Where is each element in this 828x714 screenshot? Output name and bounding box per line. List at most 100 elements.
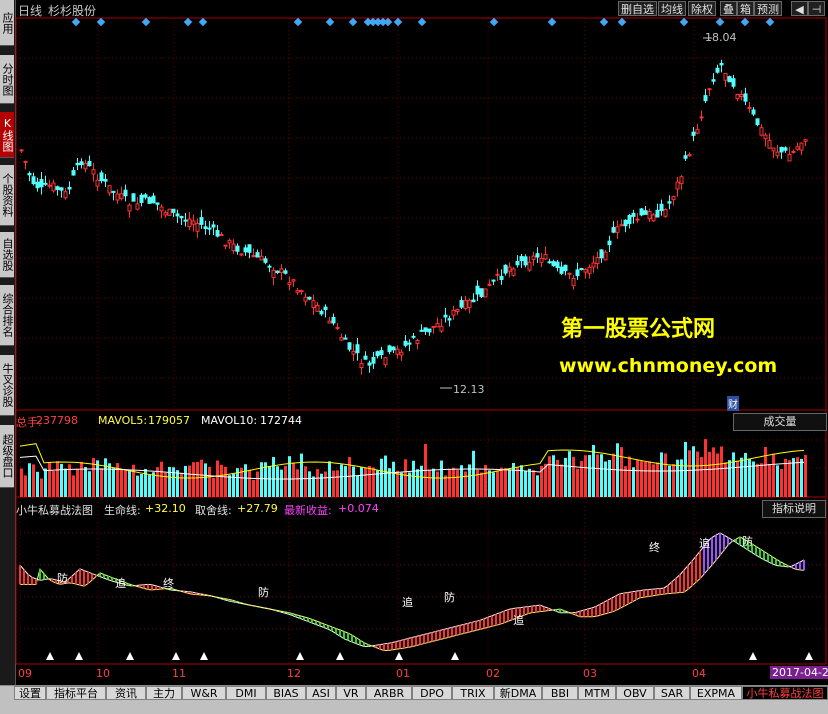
volume-indicator-dropdown[interactable]: 成交量 bbox=[733, 413, 827, 431]
candle-body bbox=[459, 300, 464, 308]
candle-body bbox=[787, 153, 792, 162]
volume-bar bbox=[592, 445, 595, 497]
volume-bar bbox=[140, 473, 143, 497]
volume-bar bbox=[32, 464, 35, 497]
volume-bar bbox=[636, 459, 639, 497]
buy-triangle bbox=[749, 652, 757, 660]
candle-body bbox=[535, 253, 540, 258]
candle-body bbox=[251, 255, 256, 258]
candle-body bbox=[47, 184, 52, 187]
candle-body bbox=[455, 308, 460, 313]
signal-diamond bbox=[740, 17, 750, 27]
candle-body bbox=[39, 179, 44, 188]
candle-body bbox=[735, 94, 740, 100]
candle-body bbox=[487, 283, 492, 286]
volume-bar bbox=[804, 455, 807, 497]
tab-indicator-platform[interactable]: 指标平台 bbox=[46, 686, 106, 700]
candle-body bbox=[203, 226, 208, 230]
candle-body bbox=[303, 296, 308, 302]
volume-bar bbox=[536, 475, 539, 497]
volume-bar bbox=[152, 472, 155, 497]
candle-body bbox=[215, 230, 220, 237]
signal-diamond bbox=[679, 17, 689, 27]
tab-mtm[interactable]: MTM bbox=[578, 686, 616, 700]
candle-body bbox=[523, 256, 528, 266]
volume-bar bbox=[84, 467, 87, 497]
candle-body bbox=[603, 251, 608, 261]
candle-body bbox=[599, 249, 604, 259]
life-line-label: 生命线: bbox=[104, 504, 141, 517]
tab-main-force[interactable]: 主力 bbox=[146, 686, 182, 700]
candle-body bbox=[63, 191, 68, 199]
candle-body bbox=[79, 161, 84, 166]
signal-diamond bbox=[599, 17, 609, 27]
candle-body bbox=[723, 72, 728, 81]
candle-body bbox=[235, 245, 240, 252]
tab-trix[interactable]: TRIX bbox=[452, 686, 494, 700]
tab-dpo[interactable]: DPO bbox=[412, 686, 452, 700]
tab-dmi[interactable]: DMI bbox=[226, 686, 266, 700]
high-price-label: 18.04 bbox=[705, 31, 737, 44]
profit-value: +0.074 bbox=[338, 502, 379, 515]
volume-bar bbox=[712, 447, 715, 497]
volume-bar bbox=[752, 461, 755, 497]
tab-xiaoniu-strategy[interactable]: 小牛私募战法图 bbox=[742, 686, 828, 700]
candle-body bbox=[311, 300, 316, 309]
tab-new-dma[interactable]: 新DMA bbox=[494, 686, 542, 700]
volume-bar bbox=[792, 458, 795, 497]
volume-bar bbox=[560, 464, 563, 497]
buy-triangle bbox=[46, 652, 54, 660]
candle-body bbox=[803, 139, 808, 142]
candle-body bbox=[383, 357, 388, 366]
tab-arbr[interactable]: ARBR bbox=[366, 686, 412, 700]
volume-bar bbox=[576, 468, 579, 497]
x-axis-label: 12 bbox=[287, 667, 301, 680]
buy-triangle bbox=[395, 652, 403, 660]
tab-wr[interactable]: W&R bbox=[182, 686, 226, 700]
tab-settings[interactable]: 设置 bbox=[14, 686, 46, 700]
tab-expma[interactable]: EXPMA bbox=[690, 686, 742, 700]
volume-bar bbox=[664, 453, 667, 497]
volume-bar bbox=[660, 452, 663, 497]
volume-bar bbox=[516, 467, 519, 497]
volume-bars bbox=[19, 439, 807, 497]
tab-bbi[interactable]: BBI bbox=[542, 686, 578, 700]
candle-body bbox=[375, 351, 380, 357]
candle-body bbox=[651, 214, 656, 222]
candle-body bbox=[707, 88, 712, 91]
finance-badge[interactable]: 财 bbox=[727, 396, 739, 411]
tab-asi[interactable]: ASI bbox=[306, 686, 336, 700]
candle-body bbox=[227, 239, 232, 244]
volume-bar bbox=[672, 464, 675, 497]
volume-bar bbox=[504, 468, 507, 497]
volume-bar bbox=[692, 446, 695, 497]
watermark-title: 第一股票公式网 bbox=[561, 317, 716, 342]
volume-bar bbox=[612, 453, 615, 497]
candle-body bbox=[363, 355, 368, 360]
indicator-plot bbox=[19, 532, 805, 652]
volume-bar bbox=[528, 468, 531, 497]
candle-body bbox=[499, 275, 504, 280]
volume-bar bbox=[732, 452, 735, 497]
candle-body bbox=[155, 202, 160, 205]
tab-news[interactable]: 资讯 bbox=[106, 686, 146, 700]
tab-obv[interactable]: OBV bbox=[616, 686, 654, 700]
tab-sar[interactable]: SAR bbox=[654, 686, 690, 700]
candle-body bbox=[687, 154, 692, 157]
volume-bar bbox=[48, 462, 51, 497]
indicator-help-button[interactable]: 指标说明 bbox=[762, 500, 826, 518]
volume-bar bbox=[176, 470, 179, 497]
candle-body bbox=[527, 261, 532, 271]
volume-bar bbox=[784, 458, 787, 497]
date-badge: 2017-04-2 bbox=[770, 666, 828, 679]
candle-body bbox=[147, 197, 152, 204]
candle-body bbox=[167, 208, 172, 216]
volume-bar bbox=[652, 464, 655, 497]
candle-body bbox=[655, 209, 660, 218]
tab-bias[interactable]: BIAS bbox=[266, 686, 306, 700]
candle-body bbox=[207, 227, 212, 230]
candle-body bbox=[575, 269, 580, 277]
tab-vr[interactable]: VR bbox=[336, 686, 366, 700]
volume-bar bbox=[464, 471, 467, 497]
signal-diamond bbox=[183, 17, 193, 27]
